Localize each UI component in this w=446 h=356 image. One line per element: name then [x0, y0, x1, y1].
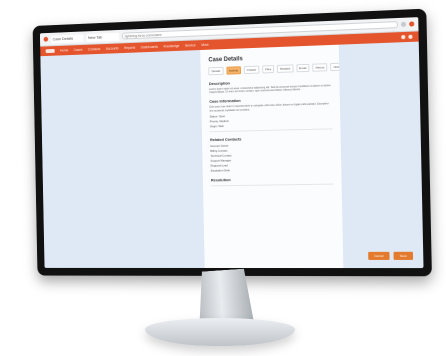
nav-dashboards[interactable]: Dashboards	[141, 45, 158, 50]
tab-email[interactable]: Email	[296, 63, 310, 73]
nav-cases[interactable]: Cases	[74, 48, 83, 52]
nav-knowledge[interactable]: Knowledge	[163, 44, 179, 49]
section-divider	[209, 128, 333, 133]
tab-details[interactable]: Details	[208, 66, 224, 76]
section-divider	[210, 183, 334, 187]
browser-tab-active[interactable]: Case Details	[50, 33, 84, 43]
notification-icon[interactable]	[401, 34, 406, 40]
save-button[interactable]: Save	[393, 251, 414, 260]
scene: Case Details New Tab lightning.force.com…	[0, 0, 446, 356]
nav-accounts[interactable]: Accounts	[106, 46, 119, 50]
user-avatar-icon[interactable]	[408, 34, 413, 39]
monitor-bezel: Case Details New Tab lightning.force.com…	[32, 8, 432, 277]
main-panel: Case Details Details Activity Chatter Fi…	[200, 44, 344, 269]
tab-activity[interactable]: Activity	[225, 66, 242, 75]
extension-icon[interactable]	[400, 21, 407, 28]
browser-tab-secondary[interactable]: New Tab	[86, 32, 120, 42]
nav-service[interactable]: Service	[185, 43, 196, 47]
tab-history[interactable]: History	[312, 63, 328, 72]
nav-reports[interactable]: Reports	[124, 46, 135, 50]
page-title: Case Details	[208, 56, 243, 64]
tab-related[interactable]: Related	[277, 64, 294, 73]
description-paragraph: Lorem ipsum dolor sit amet, consectetur …	[208, 84, 331, 95]
tab-chatter[interactable]: Chatter	[243, 65, 260, 75]
monitor-screen: Case Details New Tab lightning.force.com…	[39, 17, 424, 269]
app-logo-icon[interactable]	[45, 48, 55, 54]
tab-notes[interactable]: Notes	[330, 62, 344, 72]
nav-more[interactable]: More	[201, 43, 208, 47]
content-area: Case Details Details Activity Chatter Fi…	[40, 42, 423, 269]
nav-contacts[interactable]: Contacts	[88, 47, 100, 51]
tab-files[interactable]: Files	[262, 65, 275, 74]
bottom-actions: Cancel Save	[367, 251, 414, 260]
section-resolution-title: Resolution	[210, 176, 231, 183]
cancel-button[interactable]: Cancel	[367, 251, 390, 260]
profile-icon[interactable]	[409, 21, 415, 27]
browser-logo-icon	[43, 36, 49, 42]
content-tabs: Details Activity Chatter Files Related E…	[208, 62, 344, 76]
nav-home[interactable]: Home	[60, 48, 68, 52]
monitor-stand-base	[145, 318, 295, 346]
list-item[interactable]: Escalation Desk	[211, 166, 334, 172]
nav-utilities	[401, 34, 413, 40]
